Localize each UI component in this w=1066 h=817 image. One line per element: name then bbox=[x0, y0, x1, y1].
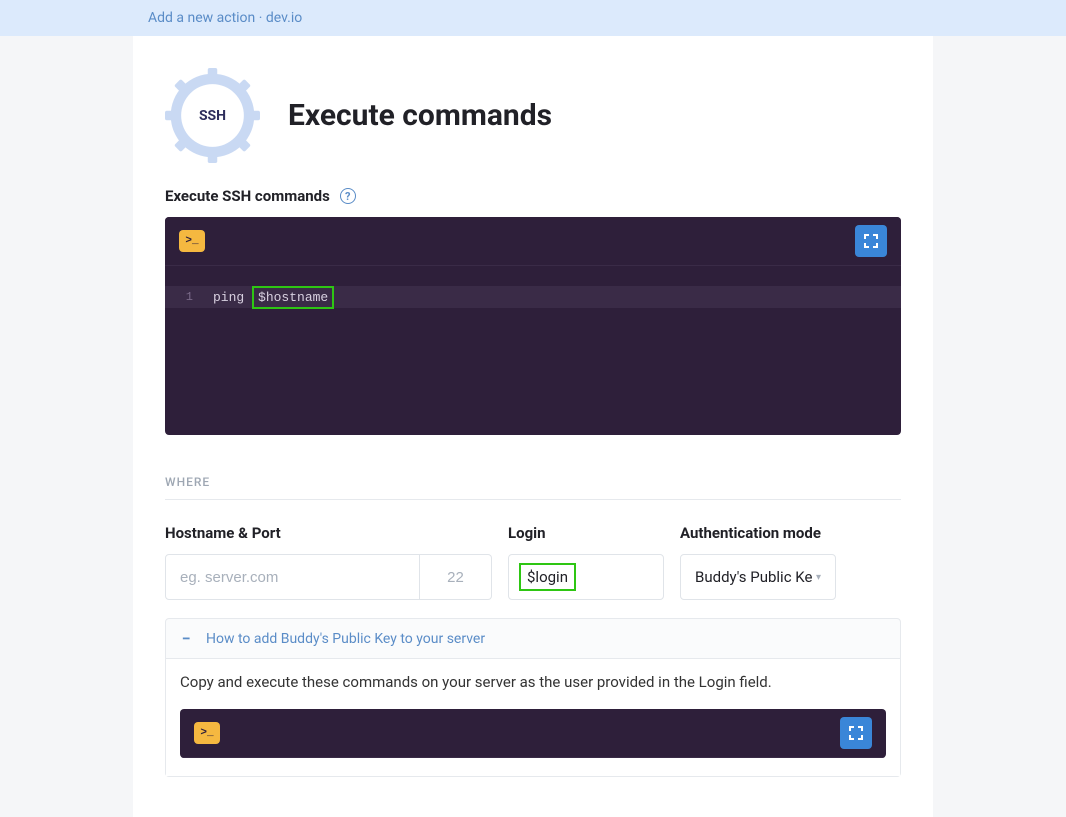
login-group: Login $login bbox=[508, 524, 664, 600]
ssh-code-editor: >_ 1 ping $hostname bbox=[165, 217, 901, 435]
editor-toolbar: >_ bbox=[165, 217, 901, 265]
where-form-row: Hostname & Port Login $login Authenticat… bbox=[165, 524, 901, 600]
login-label: Login bbox=[508, 524, 664, 542]
main-card: SSH Execute commands Execute SSH command… bbox=[133, 36, 933, 817]
fullscreen-icon[interactable] bbox=[840, 717, 872, 749]
chevron-down-icon: ▾ bbox=[816, 572, 821, 583]
page-title: Execute commands bbox=[288, 98, 552, 133]
hostname-group: Hostname & Port bbox=[165, 524, 492, 600]
commands-section-label: Execute SSH commands ? bbox=[165, 187, 901, 205]
login-variable: $login bbox=[519, 563, 576, 591]
auth-label: Authentication mode bbox=[680, 524, 836, 542]
publickey-help-accordion: − How to add Buddy's Public Key to your … bbox=[165, 618, 901, 777]
publickey-commands-editor: >_ bbox=[180, 709, 886, 758]
badge-text: SSH bbox=[199, 108, 226, 124]
accordion-title: How to add Buddy's Public Key to your se… bbox=[206, 631, 485, 647]
collapse-icon[interactable]: − bbox=[178, 629, 194, 648]
login-input[interactable]: $login bbox=[508, 554, 664, 600]
hostname-label: Hostname & Port bbox=[165, 524, 492, 542]
help-icon[interactable]: ? bbox=[340, 188, 356, 204]
where-section-label: WHERE bbox=[165, 475, 901, 500]
fullscreen-icon[interactable] bbox=[855, 225, 887, 257]
code-line: 1 ping $hostname bbox=[165, 286, 901, 308]
page-header: SSH Execute commands bbox=[165, 36, 901, 187]
nested-editor-toolbar: >_ bbox=[180, 709, 886, 758]
accordion-header[interactable]: − How to add Buddy's Public Key to your … bbox=[166, 619, 900, 659]
code-text: ping $hostname bbox=[203, 286, 334, 309]
ssh-gear-badge: SSH bbox=[165, 68, 260, 163]
auth-group: Authentication mode Buddy's Public Ke ▾ bbox=[680, 524, 836, 600]
hostname-input[interactable] bbox=[165, 554, 420, 600]
breadcrumb[interactable]: Add a new action · dev.io bbox=[148, 10, 302, 26]
auth-mode-select[interactable]: Buddy's Public Ke ▾ bbox=[680, 554, 836, 600]
port-input[interactable] bbox=[420, 554, 492, 600]
accordion-body: Copy and execute these commands on your … bbox=[166, 659, 900, 776]
hostname-variable: $hostname bbox=[252, 286, 334, 309]
editor-body[interactable]: 1 ping $hostname bbox=[165, 265, 901, 435]
terminal-icon[interactable]: >_ bbox=[194, 722, 220, 744]
breadcrumb-bar: Add a new action · dev.io bbox=[0, 0, 1066, 36]
terminal-icon[interactable]: >_ bbox=[179, 230, 205, 252]
line-number: 1 bbox=[165, 290, 203, 304]
